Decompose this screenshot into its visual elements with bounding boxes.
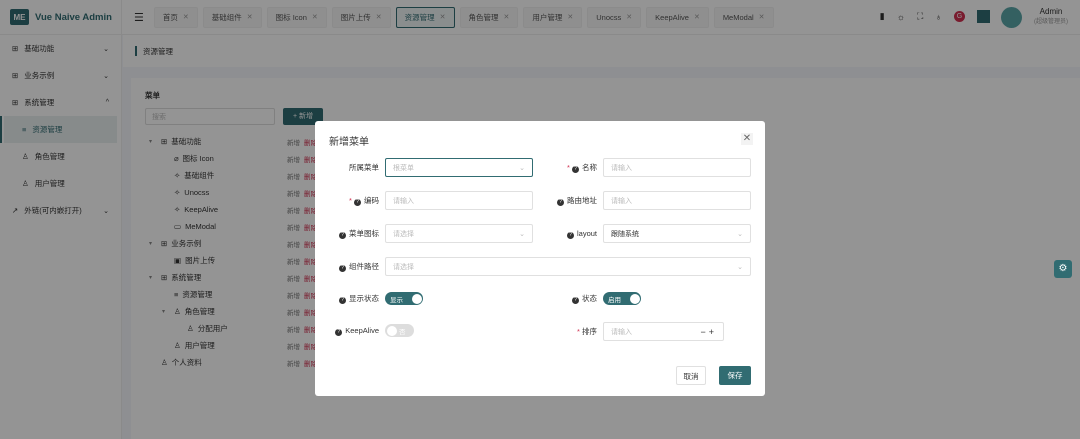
layout-select[interactable]: 跟随系统 ⌄ xyxy=(603,224,751,243)
enable-toggle[interactable]: 启用 xyxy=(603,292,641,305)
name-input[interactable]: 请输入 xyxy=(603,158,751,177)
field-code: * ? 编码 请输入 xyxy=(321,191,533,210)
field-enable: ? 状态 启用 xyxy=(539,292,641,305)
field-order: * 排序 请输入 −+ xyxy=(539,322,724,341)
code-input[interactable]: 请输入 xyxy=(385,191,533,210)
field-path: ? 路由地址 请输入 xyxy=(539,191,751,210)
add-menu-modal: 新增菜单 ✕ 所属菜单 根菜单 ⌄ * ? 名称 请输入 * ? 编码 请输入 ? 路由地址请… xyxy=(315,121,765,396)
parent-select[interactable]: 根菜单 ⌄ xyxy=(385,158,533,177)
cancel-button[interactable]: 取消 xyxy=(676,366,706,385)
chevron-down-icon: ⌄ xyxy=(737,230,743,238)
modal-title: 新增菜单 xyxy=(329,137,369,148)
icon-select[interactable]: 请选择 ⌄ xyxy=(385,224,533,243)
stepper-icon[interactable]: −+ xyxy=(700,327,717,337)
chevron-down-icon: ⌄ xyxy=(519,164,525,172)
component-select[interactable]: 请选择 ⌄ xyxy=(385,257,751,276)
field-name: * ? 名称 请输入 xyxy=(539,158,751,177)
field-component: ? 组件路径 请选择 ⌄ xyxy=(321,257,751,276)
gear-icon[interactable]: ⚙ xyxy=(1054,260,1072,278)
show-toggle[interactable]: 显示 xyxy=(385,292,423,305)
chevron-down-icon: ⌄ xyxy=(519,230,525,238)
field-show: ? 显示状态 显示 xyxy=(321,292,423,305)
keepalive-toggle[interactable]: 否 xyxy=(385,324,414,337)
field-parent: 所属菜单 根菜单 ⌄ xyxy=(321,158,533,177)
field-keepalive: ? KeepAlive 否 xyxy=(321,324,414,337)
order-input[interactable]: 请输入 −+ xyxy=(603,322,724,341)
chevron-down-icon: ⌄ xyxy=(737,263,743,271)
close-icon[interactable]: ✕ xyxy=(741,133,753,145)
field-layout: ? layout 跟随系统 ⌄ xyxy=(539,224,751,243)
field-icon: ? 菜单图标 请选择 ⌄ xyxy=(321,224,533,243)
save-button[interactable]: 保存 xyxy=(719,366,751,385)
path-input[interactable]: 请输入 xyxy=(603,191,751,210)
